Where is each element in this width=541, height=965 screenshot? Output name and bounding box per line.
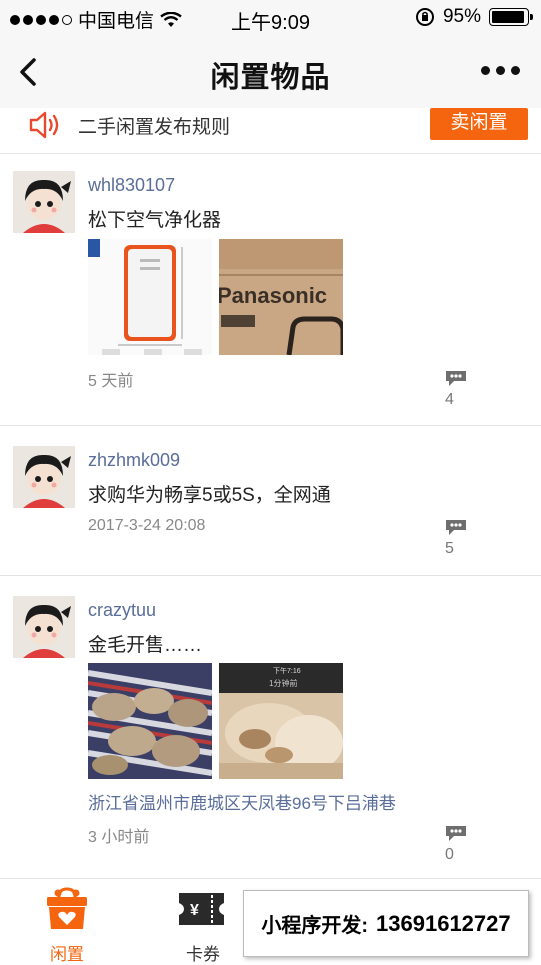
box-brand-text: Panasonic xyxy=(219,283,327,308)
more-options-icon[interactable] xyxy=(481,62,521,78)
nav-bar: 闲置物品 xyxy=(0,36,541,108)
battery-fill xyxy=(492,11,525,23)
speaker-icon xyxy=(29,111,59,139)
ad-phone: 13691612727 xyxy=(376,910,511,936)
post-item[interactable]: crazytuu 金毛开售…… 下午7:16 1分钟前 浙江省温州市鹿城区天凤巷… xyxy=(0,576,541,878)
post-time: 2017-3-24 20:08 xyxy=(88,517,206,534)
post-photo[interactable]: 下午7:16 1分钟前 xyxy=(219,663,343,779)
tab-label: 闲置 xyxy=(50,945,84,964)
gift-bag-icon xyxy=(47,887,87,929)
post-content: 金毛开售…… xyxy=(88,635,203,656)
comment-icon[interactable] xyxy=(444,518,468,536)
post-photo[interactable] xyxy=(88,239,212,355)
tab-idle-items[interactable]: 闲置 xyxy=(17,887,117,965)
post-username[interactable]: zhzhmk009 xyxy=(88,450,180,471)
post-content: 松下空气净化器 xyxy=(88,210,222,231)
page-title: 闲置物品 xyxy=(210,62,331,94)
rotation-lock-icon xyxy=(415,8,434,26)
post-username[interactable]: crazytuu xyxy=(88,600,156,621)
post-time: 5 天前 xyxy=(88,373,134,390)
post-photo[interactable]: Panasonic xyxy=(219,239,343,355)
notice-bar: 二手闲置发布规则 卖闲置 xyxy=(0,108,541,154)
status-right: 95% xyxy=(415,6,533,28)
tab-label: 卡券 xyxy=(186,945,220,964)
sell-item-button[interactable]: 卖闲置 xyxy=(430,108,528,140)
ticket-icon: ¥ xyxy=(179,893,224,925)
battery-icon xyxy=(489,8,533,26)
comment-icon[interactable] xyxy=(444,369,468,387)
post-item[interactable]: zhzhmk009 求购华为畅享5或5S，全网通 2017-3-24 20:08… xyxy=(0,426,541,576)
avatar[interactable] xyxy=(13,171,75,233)
status-bar: 中国电信 上午9:09 95% xyxy=(0,0,541,36)
post-photo[interactable] xyxy=(88,663,212,779)
comment-icon[interactable] xyxy=(444,824,468,842)
battery-percent: 95% xyxy=(442,6,481,27)
post-username[interactable]: whl830107 xyxy=(88,175,175,196)
post-content: 求购华为畅享5或5S，全网通 xyxy=(88,485,331,506)
avatar[interactable] xyxy=(13,446,75,508)
post-location[interactable]: 浙江省温州市鹿城区天凤巷96号下吕浦巷 xyxy=(88,789,396,814)
post-time: 3 小时前 xyxy=(88,829,150,846)
comment-count: 0 xyxy=(445,846,454,863)
post-item[interactable]: whl830107 松下空气净化器 Panasonic 5 天前 4 xyxy=(0,155,541,426)
avatar[interactable] xyxy=(13,596,75,658)
ad-label: 小程序开发: xyxy=(261,915,369,937)
photo-time-text: 下午7:16 xyxy=(273,666,301,675)
photo-caption-text: 1分钟前 xyxy=(269,678,297,688)
svg-text:¥: ¥ xyxy=(190,902,199,919)
comment-count: 5 xyxy=(445,540,454,557)
tab-coupons[interactable]: ¥ 卡券 xyxy=(153,887,253,965)
publish-rules-link[interactable]: 二手闲置发布规则 xyxy=(78,112,230,139)
ad-banner[interactable]: 小程序开发: 13691612727 xyxy=(243,890,529,957)
comment-count: 4 xyxy=(445,391,454,408)
